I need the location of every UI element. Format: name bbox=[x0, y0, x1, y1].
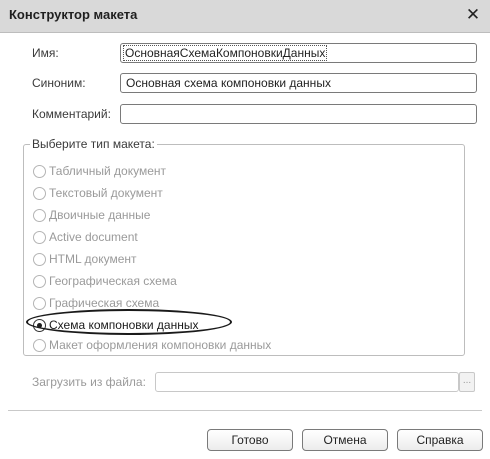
ok-button[interactable]: Готово bbox=[207, 429, 293, 451]
radio-label: Двоичные данные bbox=[49, 208, 151, 222]
name-value: ОсновнаяСхемаКомпоновкиДанных bbox=[123, 45, 328, 61]
close-icon[interactable]: ✕ bbox=[464, 4, 482, 26]
radio-label: Географическая схема bbox=[49, 274, 177, 288]
radio-label: Текстовый документ bbox=[49, 186, 163, 200]
radio-icon bbox=[33, 339, 46, 352]
radio-label: Active document bbox=[49, 230, 138, 244]
window-title: Конструктор макета bbox=[9, 7, 138, 22]
synonym-label: Синоним: bbox=[32, 76, 86, 90]
radio-icon bbox=[33, 187, 46, 200]
radio-label: Макет оформления компоновки данных bbox=[49, 338, 272, 352]
comment-label: Комментарий: bbox=[32, 107, 111, 121]
radio-label: HTML документ bbox=[49, 252, 137, 266]
radio-label: Графическая схема bbox=[49, 296, 160, 310]
load-from-file-label: Загрузить из файла: bbox=[32, 375, 146, 389]
radio-dot-icon bbox=[37, 323, 42, 328]
synonym-field[interactable]: Основная схема компоновки данных bbox=[120, 73, 477, 93]
layout-constructor-dialog: Конструктор макета ✕ Имя: ОсновнаяСхемаК… bbox=[0, 0, 490, 459]
radio-label: Табличный документ bbox=[49, 164, 167, 178]
name-field[interactable]: ОсновнаяСхемаКомпоновкиДанных bbox=[120, 43, 477, 63]
layout-type-legend: Выберите тип макета: bbox=[30, 137, 157, 151]
radio-icon bbox=[33, 297, 46, 310]
name-label: Имя: bbox=[32, 46, 59, 60]
radio-icon bbox=[33, 231, 46, 244]
load-from-file-input[interactable] bbox=[155, 372, 459, 392]
footer-separator bbox=[8, 410, 482, 411]
radio-icon bbox=[33, 275, 46, 288]
help-button[interactable]: Справка bbox=[397, 429, 483, 451]
browse-button[interactable]: ... bbox=[459, 372, 475, 392]
radio-icon bbox=[33, 209, 46, 222]
comment-field[interactable] bbox=[120, 104, 477, 124]
cancel-button[interactable]: Отмена bbox=[302, 429, 388, 451]
radio-checked-icon bbox=[33, 319, 46, 332]
radio-icon bbox=[33, 165, 46, 178]
radio-label: Схема компоновки данных bbox=[49, 318, 199, 332]
radio-icon bbox=[33, 253, 46, 266]
title-bar: Конструктор макета ✕ bbox=[0, 0, 490, 33]
